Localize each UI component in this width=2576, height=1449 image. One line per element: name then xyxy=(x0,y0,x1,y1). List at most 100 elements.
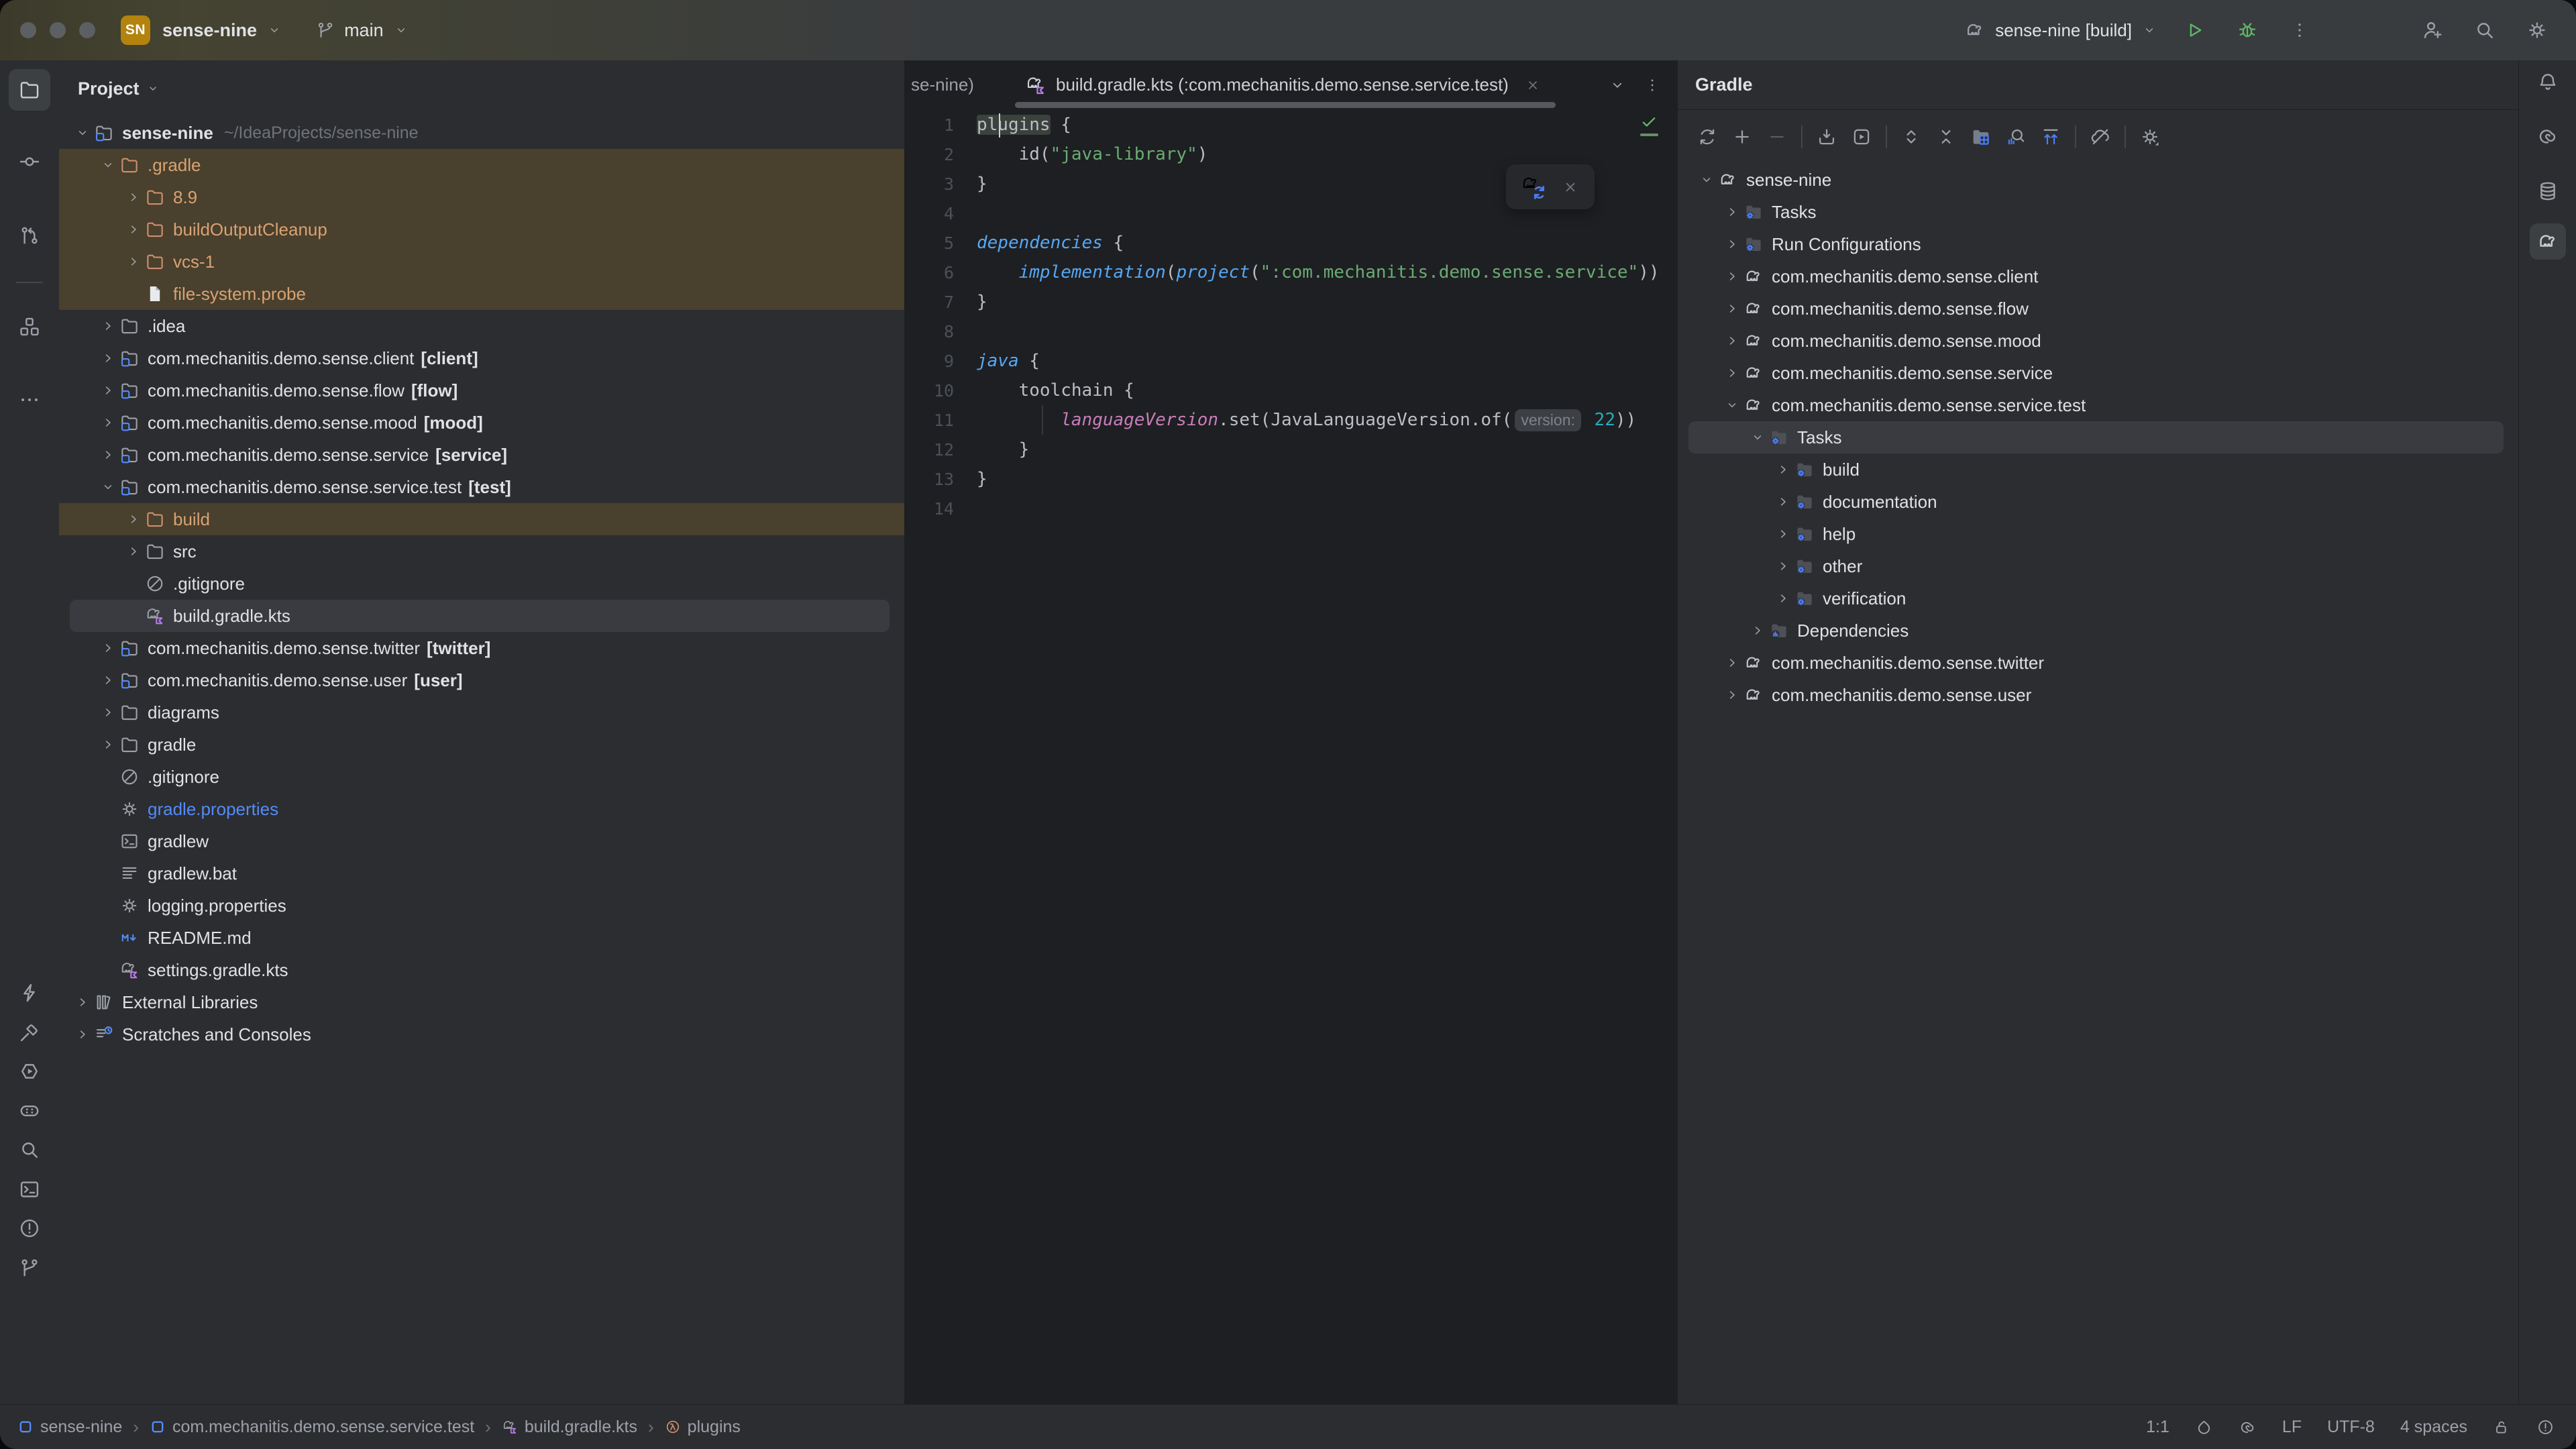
offline-mode-icon[interactable] xyxy=(2083,119,2118,154)
project-tree-row-scratches-and-consoles[interactable]: Scratches and Consoles xyxy=(59,1018,904,1051)
project-tree-row-diagrams[interactable]: diagrams xyxy=(59,696,904,729)
commit-icon[interactable] xyxy=(9,141,50,182)
window-zoom-button[interactable] xyxy=(79,22,95,38)
settings-button[interactable] xyxy=(2521,14,2553,46)
window-controls[interactable] xyxy=(20,22,95,38)
gradle-tree-row-tasks[interactable]: Tasks xyxy=(1688,421,2504,453)
gradle-tree-row-dependencies[interactable]: Dependencies xyxy=(1678,614,2518,647)
gradle-tree-row-tasks[interactable]: Tasks xyxy=(1678,196,2518,228)
search-everywhere-button[interactable] xyxy=(2469,14,2501,46)
proofread-icon[interactable] xyxy=(2195,1418,2213,1436)
highlighting-level-icon[interactable] xyxy=(2536,1418,2555,1436)
run-config-selector[interactable]: sense-nine [build] xyxy=(1963,18,2159,42)
gradle-tree-row-help[interactable]: help xyxy=(1678,518,2518,550)
database-icon[interactable] xyxy=(2530,173,2566,209)
chevron-collapsed-icon[interactable] xyxy=(97,351,119,366)
run-button[interactable] xyxy=(2179,14,2211,46)
chevron-collapsed-icon[interactable] xyxy=(97,673,119,688)
project-tree-row-gradlew[interactable]: gradlew xyxy=(59,825,904,857)
project-tree-row-com.mechanitis.demo.sense.twitter[interactable]: com.mechanitis.demo.sense.twitter[twitte… xyxy=(59,632,904,664)
gradle-tree-row-com.mechanitis.demo.sense.mood[interactable]: com.mechanitis.demo.sense.mood xyxy=(1678,325,2518,357)
tab-scrollbar[interactable] xyxy=(1015,102,1556,108)
hidden-tabs-chevron-icon[interactable] xyxy=(1609,76,1626,94)
chevron-collapsed-icon[interactable] xyxy=(1721,366,1743,380)
project-tree-row-readme.md[interactable]: README.md xyxy=(59,922,904,954)
chevron-collapsed-icon[interactable] xyxy=(97,641,119,655)
project-icon[interactable] xyxy=(9,69,50,111)
chevron-expanded-icon[interactable] xyxy=(1721,398,1743,413)
gradle-tree-row-com.mechanitis.demo.sense.service[interactable]: com.mechanitis.demo.sense.service xyxy=(1678,357,2518,389)
code-line-10[interactable]: 10 toolchain { xyxy=(906,376,1676,405)
chevron-collapsed-icon[interactable] xyxy=(1721,301,1743,316)
breadcrumb-item[interactable]: build.gradle.kts xyxy=(502,1417,637,1437)
write-access-icon[interactable] xyxy=(2493,1418,2511,1436)
project-tree-row-.gitignore[interactable]: .gitignore xyxy=(59,568,904,600)
gradle-settings-icon[interactable] xyxy=(2133,119,2167,154)
project-tree-row-build[interactable]: build xyxy=(59,503,904,535)
more-tool-windows-icon[interactable] xyxy=(9,379,50,421)
code-line-6[interactable]: 6 implementation(project(":com.mechaniti… xyxy=(906,258,1676,287)
project-tree-row-com.mechanitis.demo.sense.service[interactable]: com.mechanitis.demo.sense.service[servic… xyxy=(59,439,904,471)
chevron-collapsed-icon[interactable] xyxy=(1772,494,1794,509)
branch-switcher[interactable]: main xyxy=(315,19,411,41)
code-line-8[interactable]: 8 xyxy=(906,317,1676,346)
project-tree-row-file-system.probe[interactable]: file-system.probe xyxy=(59,278,904,310)
chevron-collapsed-icon[interactable] xyxy=(97,447,119,462)
chevron-collapsed-icon[interactable] xyxy=(1772,591,1794,606)
project-tree-row-sense-nine[interactable]: sense-nine~/IdeaProjects/sense-nine xyxy=(59,117,904,149)
code-line-14[interactable]: 14 xyxy=(906,494,1676,523)
code-line-7[interactable]: 7} xyxy=(906,287,1676,317)
lightning-icon[interactable] xyxy=(11,974,48,1012)
code-with-me-button[interactable] xyxy=(2416,14,2449,46)
gradle-tree-row-documentation[interactable]: documentation xyxy=(1678,486,2518,518)
line-separator[interactable]: LF xyxy=(2282,1417,2302,1437)
window-minimize-button[interactable] xyxy=(50,22,66,38)
terminal-icon[interactable] xyxy=(11,1171,48,1208)
editor[interactable]: se-nine) build.gradle.kts (:com.mechanit… xyxy=(906,60,1676,1405)
chevron-collapsed-icon[interactable] xyxy=(97,383,119,398)
code-line-11[interactable]: 11 languageVersion.set(JavaLanguageVersi… xyxy=(906,405,1676,435)
chevron-expanded-icon[interactable] xyxy=(1695,172,1718,187)
code-line-1[interactable]: 1plugins { xyxy=(906,110,1676,140)
code-line-12[interactable]: 12 } xyxy=(906,435,1676,464)
attach-project-icon[interactable] xyxy=(1725,119,1760,154)
project-tree-row-gradle.properties[interactable]: gradle.properties xyxy=(59,793,904,825)
build-icon[interactable] xyxy=(11,1014,48,1051)
project-tree-row-com.mechanitis.demo.sense.mood[interactable]: com.mechanitis.demo.sense.mood[mood] xyxy=(59,407,904,439)
project-tree-row-external-libraries[interactable]: External Libraries xyxy=(59,986,904,1018)
chevron-collapsed-icon[interactable] xyxy=(1721,333,1743,348)
chevron-collapsed-icon[interactable] xyxy=(71,1027,94,1042)
project-tree-row-.gradle[interactable]: .gradle xyxy=(59,149,904,181)
download-sources-icon[interactable] xyxy=(1809,119,1844,154)
project-tree-row-logging.properties[interactable]: logging.properties xyxy=(59,890,904,922)
version-control-icon[interactable] xyxy=(11,1249,48,1287)
project-tree-row-com.mechanitis.demo.sense.service.test[interactable]: com.mechanitis.demo.sense.service.test[t… xyxy=(59,471,904,503)
gradle-icon[interactable] xyxy=(2530,223,2566,260)
indent-setting[interactable]: 4 spaces xyxy=(2400,1417,2467,1437)
project-tree-row-8.9[interactable]: 8.9 xyxy=(59,181,904,213)
breadcrumb-item[interactable]: plugins xyxy=(665,1417,741,1437)
chevron-expanded-icon[interactable] xyxy=(97,158,119,172)
project-tree-row-.gitignore[interactable]: .gitignore xyxy=(59,761,904,793)
project-tree-row-com.mechanitis.demo.sense.client[interactable]: com.mechanitis.demo.sense.client[client] xyxy=(59,342,904,374)
services-icon[interactable] xyxy=(11,1092,48,1130)
expand-all-icon[interactable] xyxy=(1894,119,1929,154)
project-tree-row-com.mechanitis.demo.sense.flow[interactable]: com.mechanitis.demo.sense.flow[flow] xyxy=(59,374,904,407)
chevron-expanded-icon[interactable] xyxy=(97,480,119,494)
close-tab-icon[interactable] xyxy=(1525,77,1541,93)
gradle-tree-row-com.mechanitis.demo.sense.client[interactable]: com.mechanitis.demo.sense.client xyxy=(1678,260,2518,292)
gradle-sync-popup[interactable] xyxy=(1506,164,1595,209)
find-icon[interactable] xyxy=(11,1131,48,1169)
group-tasks-icon[interactable] xyxy=(1964,119,1998,154)
project-switcher[interactable]: sense-nine xyxy=(162,20,284,41)
chevron-collapsed-icon[interactable] xyxy=(97,415,119,430)
gradle-tree-row-other[interactable]: other xyxy=(1678,550,2518,582)
project-tree-row-build.gradle.kts[interactable]: build.gradle.kts xyxy=(70,600,890,632)
chevron-collapsed-icon[interactable] xyxy=(1746,623,1769,638)
find-task-icon[interactable] xyxy=(1998,119,2033,154)
code-line-5[interactable]: 5dependencies { xyxy=(906,228,1676,258)
ai-status-icon[interactable] xyxy=(2239,1418,2257,1436)
project-tree-row-gradlew.bat[interactable]: gradlew.bat xyxy=(59,857,904,890)
chevron-collapsed-icon[interactable] xyxy=(1721,269,1743,284)
file-encoding[interactable]: UTF-8 xyxy=(2327,1417,2375,1437)
